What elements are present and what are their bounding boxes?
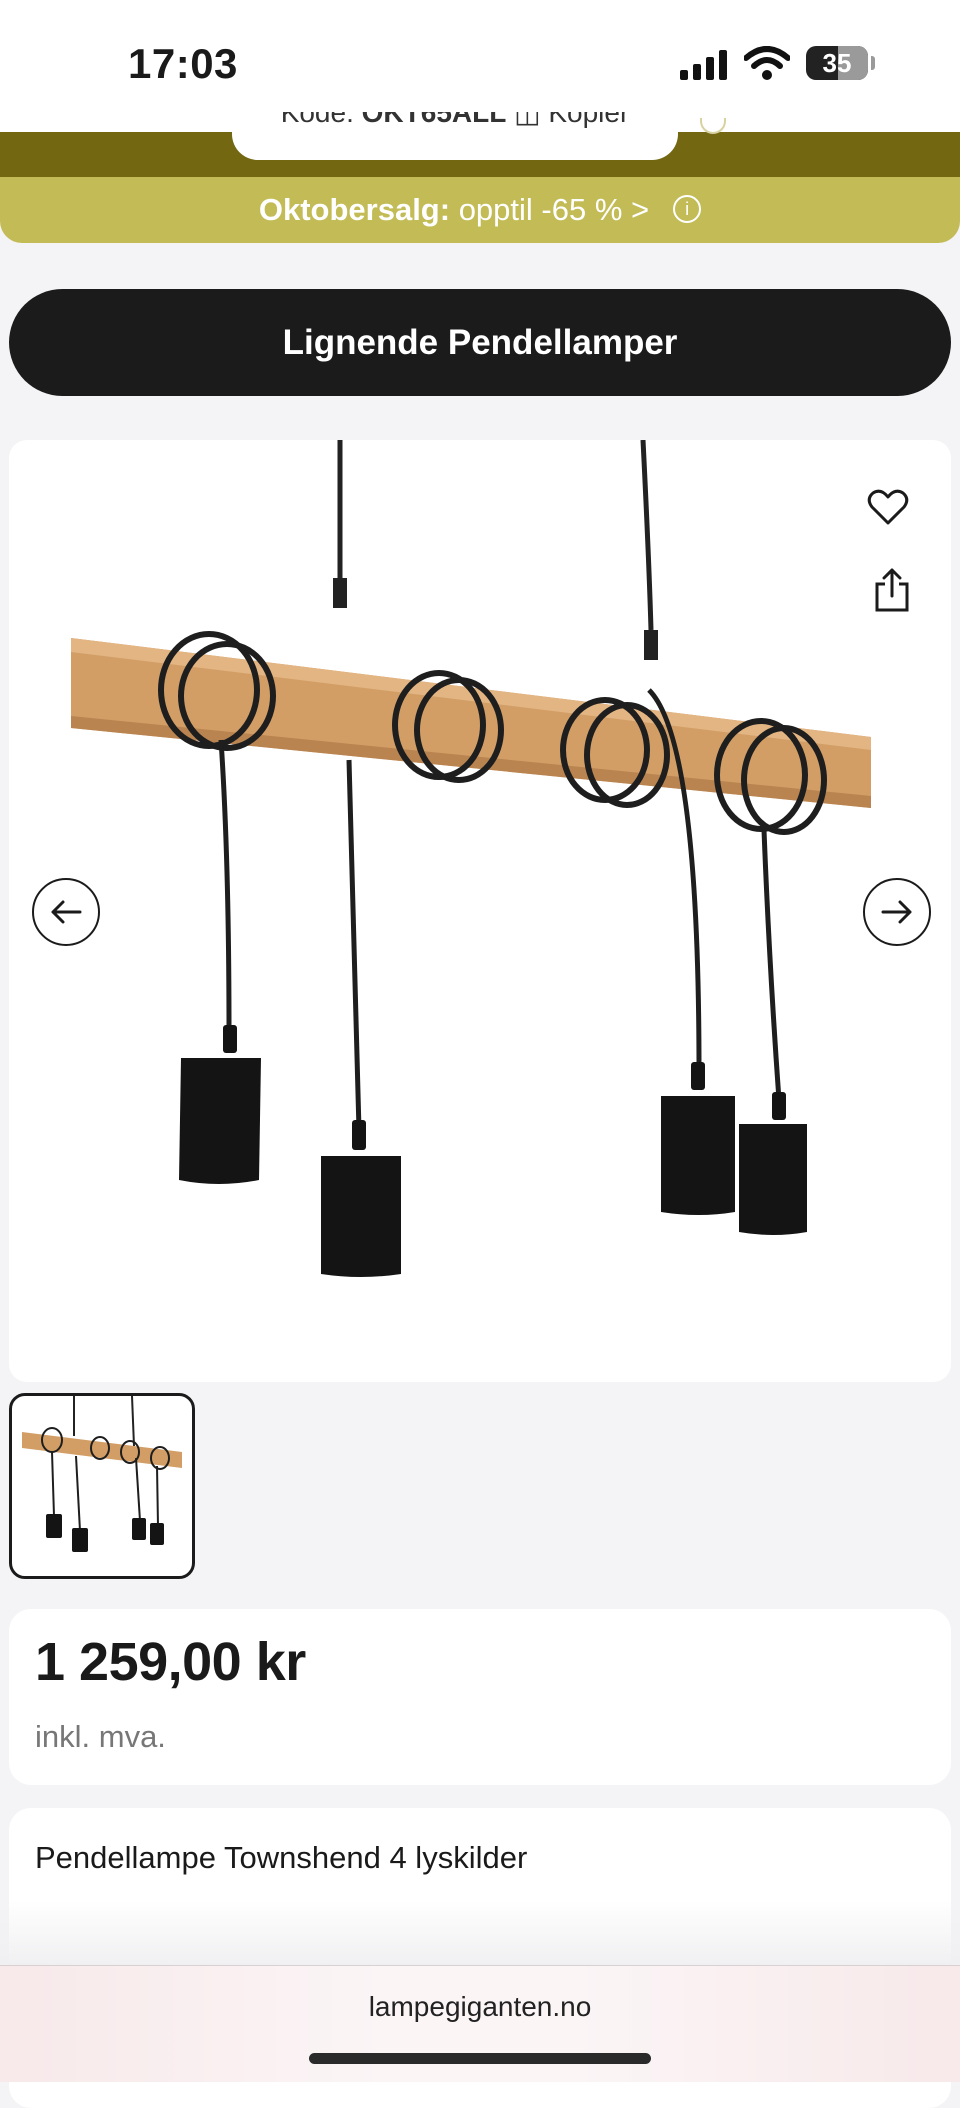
heart-icon[interactable] xyxy=(866,485,910,529)
battery-tip xyxy=(871,56,875,70)
product-gallery[interactable] xyxy=(9,440,951,1382)
battery-icon: 35 xyxy=(806,46,868,80)
code-value: OKT65ALL xyxy=(361,112,507,128)
wifi-icon xyxy=(744,46,790,80)
promo-code-pill[interactable]: Kode: OKT65ALL ◫ Kopier xyxy=(232,112,678,160)
sale-banner-text: opptil -65 % > xyxy=(450,192,650,227)
sale-banner-title: Oktobersalg: xyxy=(258,192,451,227)
previous-image-button[interactable] xyxy=(32,878,100,946)
share-icon[interactable] xyxy=(872,566,912,614)
copy-label[interactable]: Kopier xyxy=(548,112,629,128)
copy-icon[interactable]: ◫ xyxy=(514,112,540,128)
status-time: 17:03 xyxy=(128,40,238,87)
browser-address-bar[interactable]: lampegiganten.no xyxy=(0,1965,960,2082)
home-indicator[interactable] xyxy=(309,2053,651,2064)
vat-note: inkl. mva. xyxy=(35,1719,166,1754)
battery-level: 35 xyxy=(822,48,852,78)
arrow-left-icon xyxy=(51,900,82,924)
product-thumbnail[interactable] xyxy=(9,1393,195,1579)
next-image-button[interactable] xyxy=(863,878,931,946)
product-title: Pendellampe Townshend 4 lyskilder xyxy=(35,1840,528,1875)
sale-banner[interactable]: Oktobersalg: opptil -65 % > i xyxy=(0,177,960,243)
code-label: Kode: xyxy=(280,112,354,128)
product-price: 1 259,00 kr xyxy=(35,1632,306,1692)
cellular-signal-icon xyxy=(680,50,727,80)
thumbnail-image xyxy=(22,1396,182,1552)
product-image xyxy=(71,440,871,1277)
bottom-fade xyxy=(0,1900,960,1966)
arrow-right-icon xyxy=(881,900,912,924)
price-card: 1 259,00 kr inkl. mva. xyxy=(9,1609,951,1785)
url-text[interactable]: lampegiganten.no xyxy=(0,1991,960,2023)
info-icon[interactable]: i xyxy=(673,194,702,223)
similar-pendant-lamps-button[interactable]: Lignende Pendellamper xyxy=(9,289,951,396)
